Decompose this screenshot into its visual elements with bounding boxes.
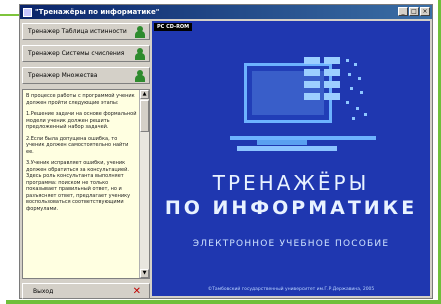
instructions-textbox[interactable]: В процессе работы с программой ученик до… — [22, 89, 150, 279]
title-line-1: ТРЕНАЖЁРЫ — [212, 171, 370, 195]
truth-table-trainer-button[interactable]: Тренажер Таблица истинности — [22, 23, 150, 40]
instruction-paragraph: 3.Ученик исправляет ошибки, ученик долже… — [26, 160, 131, 212]
instruction-paragraph: 2.Если была допущена ошибка, то ученик д… — [26, 135, 129, 155]
scroll-thumb[interactable] — [140, 100, 149, 132]
left-panel: Тренажер Таблица истинности Тренажер Сис… — [22, 21, 150, 299]
nav-label: Тренажер Системы счисления — [28, 50, 125, 57]
minimize-button[interactable]: _ — [398, 7, 408, 16]
maximize-button[interactable]: □ — [409, 7, 419, 16]
scroll-up-icon[interactable]: ▲ — [140, 90, 149, 99]
copyright-footer: ©Тамбовский государственный университет … — [207, 287, 375, 292]
title-bar[interactable]: "Тренажёры по информатике" _ □ × — [20, 5, 432, 19]
scroll-down-icon[interactable]: ▼ — [140, 269, 149, 278]
person-icon — [134, 47, 146, 60]
app-icon — [23, 7, 32, 17]
sets-trainer-button[interactable]: Тренажер Множества — [22, 67, 150, 84]
frame-border-bottom — [6, 300, 441, 304]
window-controls: _ □ × — [398, 7, 430, 16]
window-title: "Тренажёры по информатике" — [35, 8, 160, 16]
instruction-paragraph: В процессе работы с программой ученик до… — [26, 93, 135, 106]
exit-button[interactable]: Выход ✕ — [22, 283, 150, 299]
person-icon — [134, 25, 146, 38]
instruction-paragraph: 1.Решение задачи на основе формальной мо… — [26, 111, 137, 130]
app-window: "Тренажёры по информатике" _ □ × Тренаже… — [19, 4, 433, 299]
cd-rom-badge: PC CD-ROM — [154, 23, 193, 31]
nav-label: Тренажер Множества — [28, 72, 98, 79]
nav-label: Тренажер Таблица истинности — [28, 28, 127, 35]
exit-label: Выход — [33, 287, 54, 295]
close-button[interactable]: × — [420, 7, 430, 16]
subtitle: ЭЛЕКТРОННОЕ УЧЕБНОЕ ПОСОБИЕ — [192, 239, 390, 249]
person-icon — [134, 69, 146, 82]
number-systems-trainer-button[interactable]: Тренажер Системы счисления — [22, 45, 150, 62]
vertical-scrollbar[interactable]: ▲ ▼ — [139, 90, 149, 278]
title-line-2: ПО ИНФОРМАТИКЕ — [164, 197, 418, 219]
instructions-text: В процессе работы с программой ученик до… — [26, 93, 137, 275]
close-icon: ✕ — [132, 285, 141, 297]
splash-panel: PC CD-ROM ТРЕНАЖЁРЫ ПО ИНФОРМАТИКЕ ЭЛЕКТ… — [152, 21, 430, 296]
